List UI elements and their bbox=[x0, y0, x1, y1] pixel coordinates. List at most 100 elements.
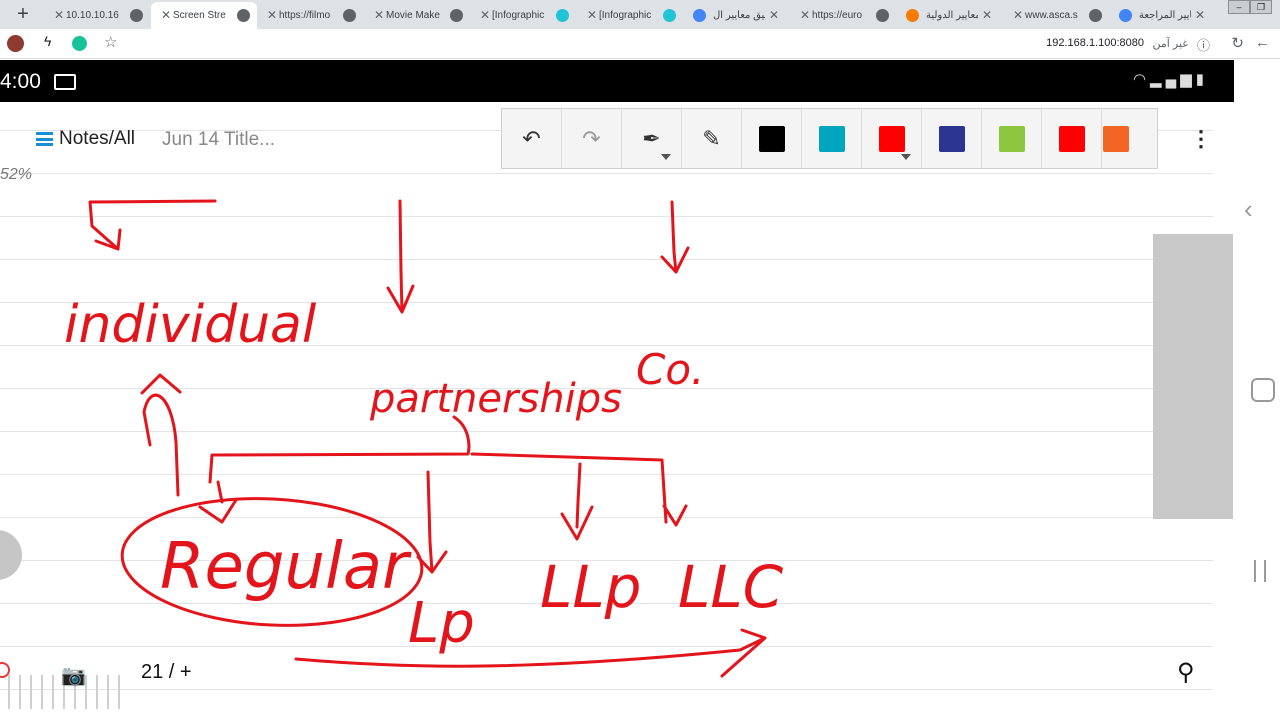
color-swatch-button[interactable] bbox=[862, 109, 922, 168]
status-time: 4:00 bbox=[0, 70, 41, 93]
profile-avatar[interactable] bbox=[7, 35, 24, 52]
pen-icon: ✒ bbox=[642, 125, 661, 151]
text-individual: individual bbox=[64, 295, 317, 355]
tab-favicon bbox=[693, 9, 706, 22]
color-swatch-button[interactable] bbox=[922, 109, 982, 168]
close-tab-icon[interactable]: ✕ bbox=[161, 2, 171, 29]
tab-title: https://euro bbox=[812, 10, 863, 21]
color-swatch bbox=[758, 125, 785, 152]
tab-title: [Infographic bbox=[492, 10, 545, 21]
tab-favicon bbox=[237, 9, 250, 22]
color-swatch-button[interactable] bbox=[802, 109, 862, 168]
chevron-down-icon bbox=[661, 154, 671, 160]
color-swatch bbox=[818, 125, 845, 152]
close-tab-icon[interactable]: ✕ bbox=[267, 2, 277, 29]
new-tab-button[interactable]: + bbox=[6, 3, 40, 25]
page-indicator[interactable]: 21 / + bbox=[141, 661, 192, 684]
close-tab-icon[interactable]: ✕ bbox=[587, 2, 597, 29]
nav-recents-icon[interactable] bbox=[1254, 560, 1266, 582]
camera-icon[interactable]: 📷 bbox=[61, 663, 86, 688]
battery-icon: ▮ bbox=[1195, 71, 1208, 88]
insecure-label[interactable]: غير آمن bbox=[1152, 37, 1188, 50]
browser-tab[interactable]: ✕ تطبيق معايير ال bbox=[683, 2, 789, 29]
more-options-icon[interactable]: ⋮ bbox=[1190, 126, 1212, 152]
browser-tab[interactable]: ✕ https://euro bbox=[790, 2, 896, 29]
close-tab-icon[interactable]: ✕ bbox=[374, 2, 384, 29]
tab-favicon bbox=[556, 9, 569, 22]
browser-tab[interactable]: ✕ Movie Make bbox=[364, 2, 470, 29]
text-lp: Lp bbox=[408, 591, 475, 656]
chevron-down-icon bbox=[901, 154, 911, 160]
zoom-level: 52% bbox=[0, 166, 33, 183]
search-icon[interactable]: ⚲ bbox=[1177, 658, 1195, 687]
tab-title: [Infographic bbox=[599, 10, 652, 21]
undo-button[interactable]: ↶ bbox=[502, 109, 562, 168]
url-text[interactable]: 192.168.1.100:8080 bbox=[1046, 37, 1144, 49]
browser-tab[interactable]: ✕ https://filmo bbox=[257, 2, 363, 29]
color-swatch-button[interactable] bbox=[982, 109, 1042, 168]
wifi-icon: ◠ bbox=[1132, 71, 1151, 88]
grammarly-extension-icon[interactable] bbox=[72, 36, 87, 51]
tab-title: https://filmo bbox=[279, 10, 331, 21]
pen-toolbar: ↶ ↷ ✒ ✎ bbox=[501, 108, 1158, 169]
tab-favicon bbox=[876, 9, 889, 22]
arrow-to-individual bbox=[88, 199, 217, 251]
color-swatch bbox=[938, 125, 965, 152]
browser-tab[interactable]: ✕ [Infographic bbox=[470, 2, 576, 29]
close-tab-icon[interactable]: ✕ bbox=[480, 2, 490, 29]
close-tab-icon[interactable]: ✕ bbox=[54, 2, 64, 29]
browser-tab[interactable]: ✕ [Infographic bbox=[577, 2, 683, 29]
tab-title: معايير المراجعة bbox=[1139, 10, 1191, 21]
menu-icon[interactable] bbox=[36, 132, 53, 146]
color-swatch bbox=[1058, 125, 1085, 152]
text-partnerships: partnerships bbox=[369, 376, 622, 422]
restore-button[interactable]: ❐ bbox=[1250, 0, 1272, 14]
close-tab-icon[interactable]: ✕ bbox=[982, 2, 992, 29]
tab-title: Movie Make bbox=[386, 10, 440, 21]
close-tab-icon[interactable]: ✕ bbox=[769, 2, 779, 29]
nav-back-icon[interactable]: ‹ bbox=[1244, 194, 1253, 225]
text-llc: LLC bbox=[678, 553, 784, 621]
arrow-regular-to-individual bbox=[140, 373, 182, 497]
color-swatch-button[interactable] bbox=[1042, 109, 1102, 168]
color-swatch-button[interactable] bbox=[1102, 109, 1130, 168]
reload-icon[interactable]: ↻ bbox=[1231, 34, 1244, 52]
tab-favicon bbox=[906, 9, 919, 22]
browser-tab[interactable]: ✕ معايير المراجعة bbox=[1109, 2, 1215, 29]
arrow-to-co bbox=[660, 200, 690, 274]
redo-button[interactable]: ↷ bbox=[562, 109, 622, 168]
close-tab-icon[interactable]: ✕ bbox=[1013, 2, 1023, 29]
color-swatch bbox=[998, 125, 1025, 152]
browser-tab[interactable]: ✕ المعايير الدولية bbox=[896, 2, 1002, 29]
redo-icon: ↷ bbox=[582, 125, 601, 151]
tab-favicon bbox=[663, 9, 676, 22]
bottom-arrow bbox=[294, 628, 767, 678]
browser-tab[interactable]: ✕ Screen Stre bbox=[151, 2, 257, 29]
minimize-button[interactable]: – bbox=[1228, 0, 1250, 14]
close-tab-icon[interactable]: ✕ bbox=[800, 2, 810, 29]
tab-favicon bbox=[343, 9, 356, 22]
page-title[interactable]: Jun 14 Title... bbox=[162, 129, 275, 151]
browser-tab[interactable]: ✕ 10.10.10.16 bbox=[44, 2, 150, 29]
browser-tab[interactable]: ✕ www.asca.s bbox=[1003, 2, 1109, 29]
bookmark-star-icon[interactable]: ☆ bbox=[104, 33, 117, 51]
bolt-extension-icon[interactable]: ϟ bbox=[44, 33, 51, 49]
notebook-title[interactable]: Notes/All bbox=[59, 128, 135, 150]
handwritten-diagram[interactable]: individual partnerships Co. Regular Lp L… bbox=[0, 102, 1213, 720]
text-llp: LLp bbox=[540, 553, 641, 621]
color-swatch-button[interactable] bbox=[742, 109, 802, 168]
color-swatch bbox=[878, 125, 905, 152]
close-tab-icon[interactable]: ✕ bbox=[1195, 2, 1205, 29]
back-arrow-icon[interactable]: ← bbox=[1255, 34, 1270, 51]
tab-title: www.asca.s bbox=[1025, 10, 1078, 21]
info-icon[interactable]: ⓘ bbox=[1197, 35, 1210, 54]
pen-tool-button[interactable]: ✒ bbox=[622, 109, 682, 168]
browser-tabstrip: + ✕ 10.10.10.16 ✕ Screen Stre ✕ https://filmo… bbox=[0, 0, 1280, 29]
tab-title: Screen Stre bbox=[173, 10, 226, 21]
text-co: Co. bbox=[636, 345, 704, 394]
cast-icon bbox=[54, 74, 76, 90]
nav-home-icon[interactable] bbox=[1251, 378, 1275, 402]
android-navigation-bar: ‹ bbox=[1234, 60, 1280, 720]
eraser-tool-button[interactable]: ✎ bbox=[682, 109, 742, 168]
scrollbar-thumb[interactable] bbox=[1153, 234, 1233, 519]
